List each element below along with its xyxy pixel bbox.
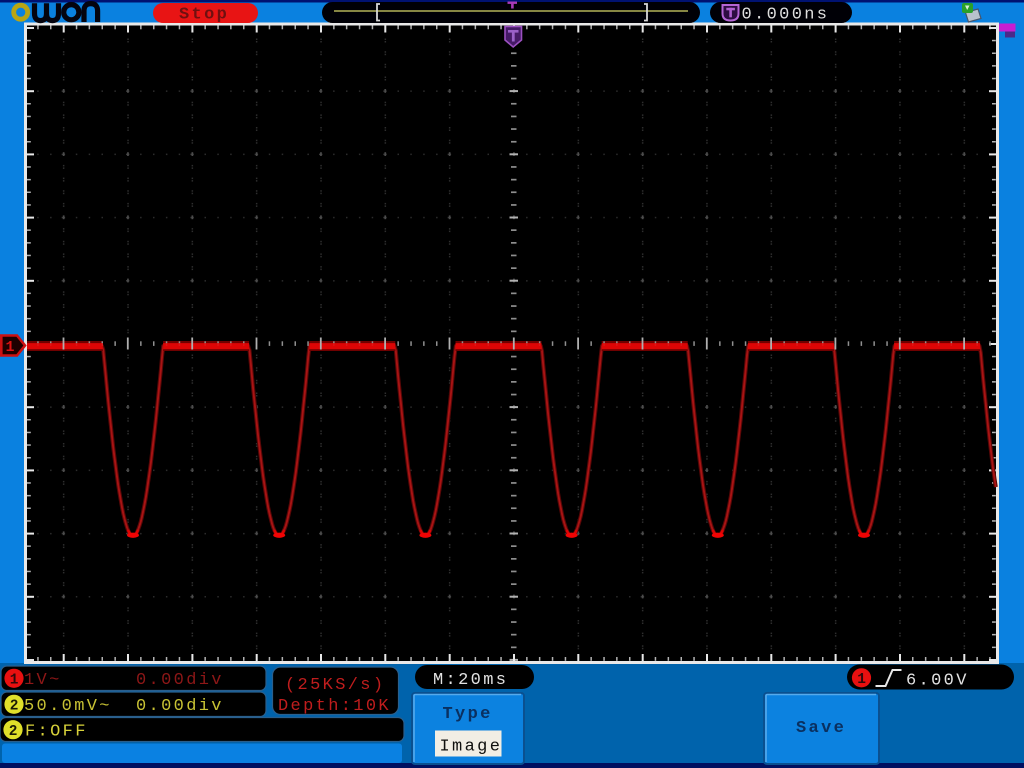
svg-text:0.00div: 0.00div: [136, 697, 224, 716]
svg-text:2: 2: [9, 724, 18, 740]
svg-text:F:OFF: F:OFF: [25, 723, 88, 742]
svg-text:1: 1: [6, 339, 15, 356]
svg-text:Stop: Stop: [179, 5, 229, 24]
svg-text:Type: Type: [443, 705, 493, 724]
svg-text:50.0mV~: 50.0mV~: [24, 697, 112, 716]
svg-text:1: 1: [10, 673, 19, 689]
svg-text:0.000ns: 0.000ns: [742, 5, 830, 24]
svg-text:M:20ms: M:20ms: [433, 671, 508, 690]
svg-text:Save: Save: [796, 719, 846, 738]
svg-text:Depth:10K: Depth:10K: [278, 697, 391, 716]
svg-text:Image: Image: [440, 738, 503, 757]
svg-text:1: 1: [857, 672, 866, 688]
svg-text:6.00V: 6.00V: [906, 672, 969, 691]
svg-text:2: 2: [10, 699, 19, 715]
svg-text:(25KS/s): (25KS/s): [285, 676, 385, 695]
svg-text:1V~: 1V~: [24, 671, 62, 690]
svg-text:0.00div: 0.00div: [136, 671, 224, 690]
